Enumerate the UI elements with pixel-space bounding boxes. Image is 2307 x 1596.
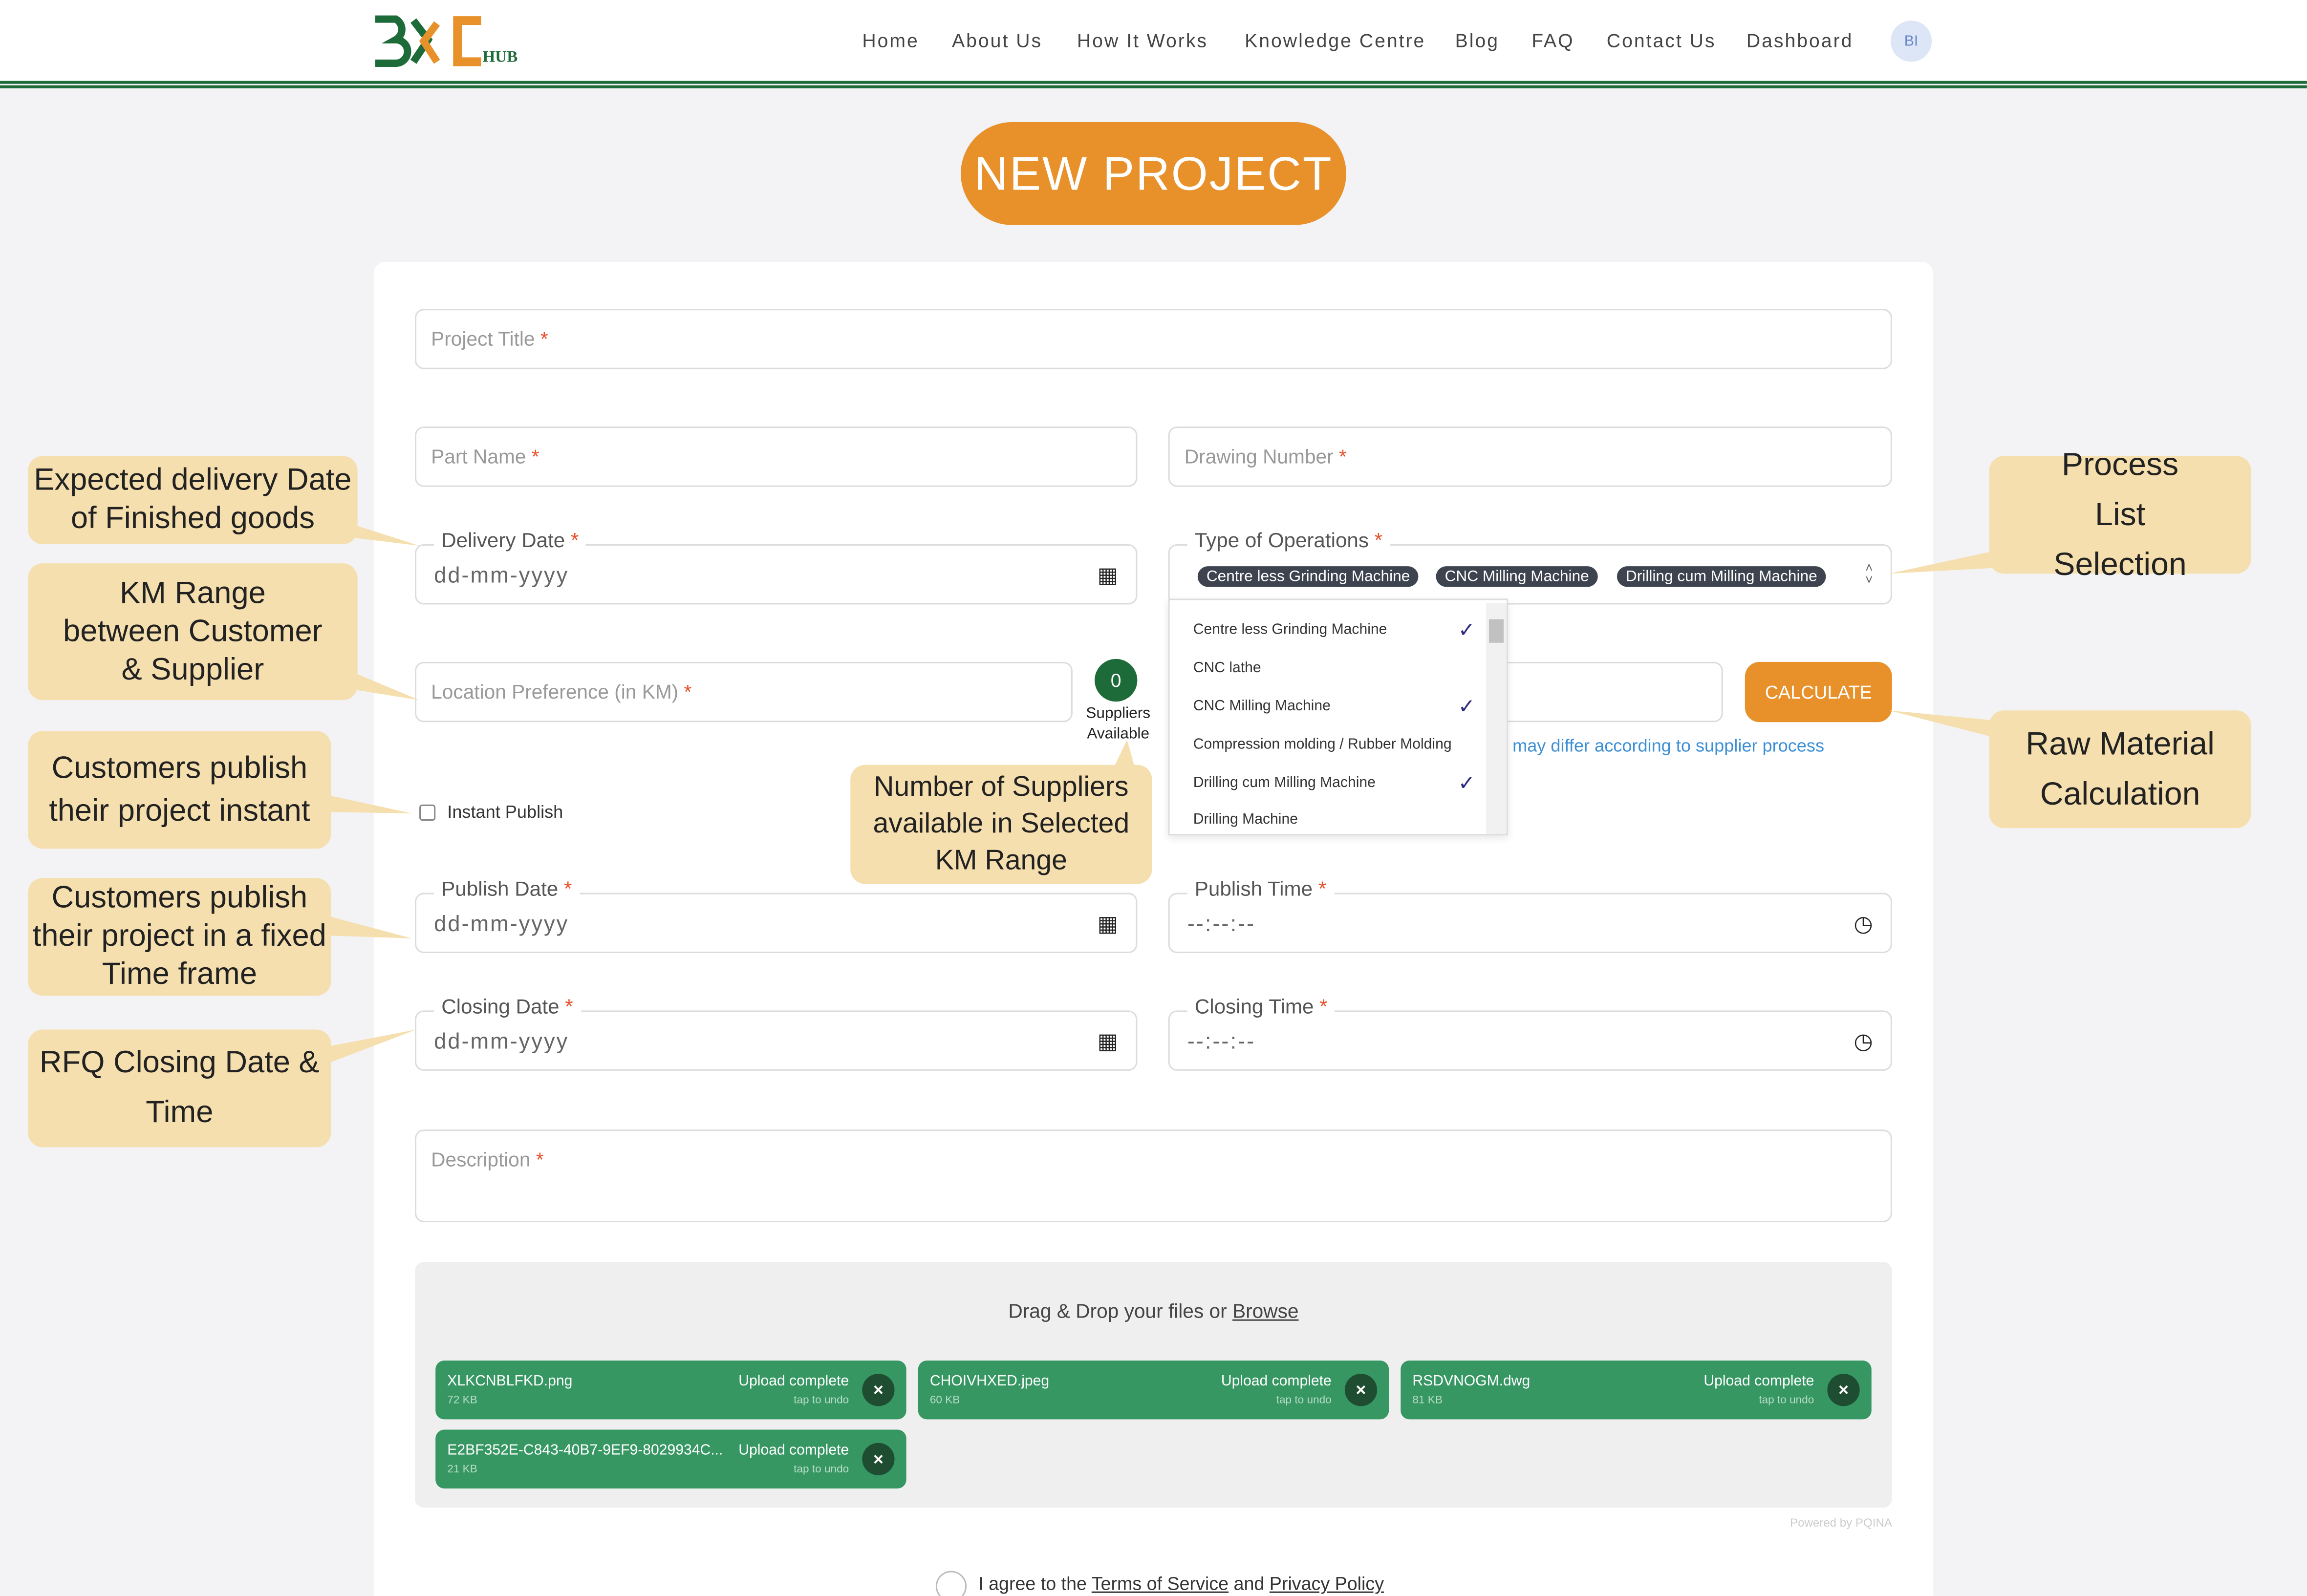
callout-closing: RFQ Closing Date & Time xyxy=(28,1029,331,1148)
callout-timeframe: Customers publish their project in a fix… xyxy=(28,878,331,996)
pointer xyxy=(1889,550,1998,574)
pointer xyxy=(323,1029,417,1065)
pointer xyxy=(323,915,412,938)
callout-raw-material: Raw Material Calculation xyxy=(1989,710,2251,829)
page: HUB Home About Us How It Works Knowledge… xyxy=(0,0,2307,1596)
callout-km-range: KM Range between Customer & Supplier xyxy=(28,563,358,701)
callout-pointers xyxy=(323,522,1998,1065)
callout-process: Process List Selection xyxy=(1989,446,2251,582)
callout-delivery: Expected delivery Date of Finished goods xyxy=(28,456,358,544)
callout-suppliers: Number of Suppliers available in Selecte… xyxy=(850,765,1152,884)
pointer xyxy=(1889,710,1998,739)
callout-instant: Customers publish their project instant xyxy=(28,731,331,849)
pointer xyxy=(323,794,412,813)
